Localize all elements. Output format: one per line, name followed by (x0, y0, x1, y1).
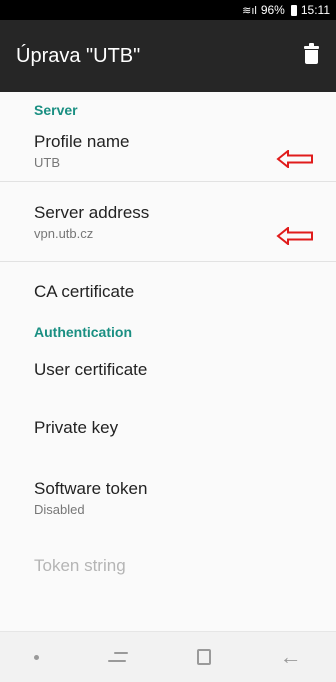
pref-ca-certificate[interactable]: CA certificate (0, 262, 336, 322)
pref-server-address[interactable]: Server address vpn.utb.cz (0, 182, 336, 262)
battery-icon (290, 4, 297, 16)
recent-apps-icon[interactable] (108, 648, 129, 666)
status-bar: ≋ıl 96% 15:11 (0, 0, 336, 20)
dot-icon[interactable] (34, 654, 40, 660)
delete-icon[interactable] (300, 42, 324, 70)
annotation-arrow-icon (276, 150, 313, 168)
battery-percentage: 96% (260, 3, 285, 17)
back-icon[interactable]: ← (280, 646, 302, 668)
pref-title: Software token (34, 479, 148, 498)
pref-title: User certificate (34, 360, 148, 379)
pref-user-certificate[interactable]: User certificate (0, 342, 336, 398)
pref-title: CA certificate (34, 282, 135, 301)
wifi-signal-icon: ≋ıl (242, 4, 257, 17)
pref-title: Server address (34, 202, 150, 222)
clock: 15:11 (300, 3, 330, 17)
pref-software-token[interactable]: Software token Disabled (0, 458, 336, 538)
navigation-bar: ← (0, 631, 336, 682)
section-header-authentication: Authentication (34, 324, 132, 340)
page-title: Úprava "UTB" (16, 44, 141, 67)
pref-title: Private key (34, 418, 119, 437)
annotation-arrow-icon (276, 227, 313, 245)
pref-summary: Disabled (34, 502, 85, 517)
settings-list: Server Profile name UTB Server address v… (0, 92, 336, 594)
pref-title: Profile name (34, 131, 130, 151)
pref-private-key[interactable]: Private key (0, 398, 336, 458)
pref-token-string: Token string (0, 538, 336, 594)
app-bar: Úprava "UTB" (0, 20, 336, 92)
pref-title: Token string (34, 556, 126, 575)
pref-profile-name[interactable]: Profile name UTB (0, 120, 336, 182)
section-header-server: Server (34, 102, 78, 118)
home-icon[interactable] (196, 649, 211, 665)
